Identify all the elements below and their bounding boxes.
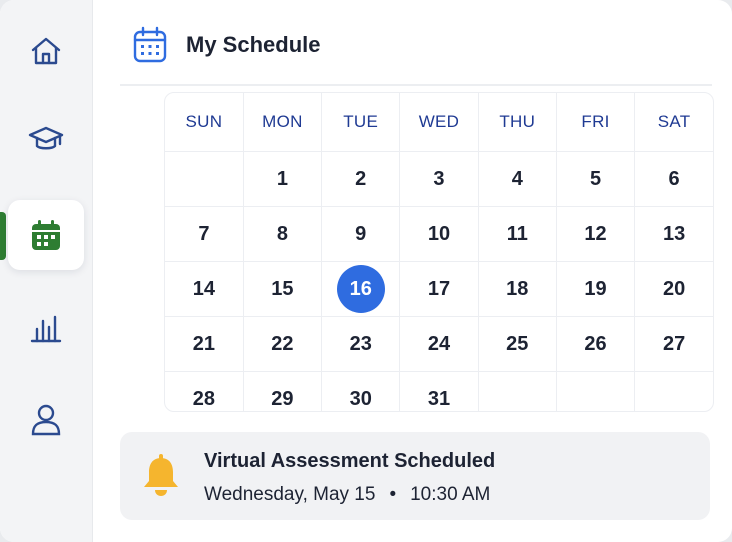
day-cell[interactable]: 2 [321, 151, 401, 207]
day-cell[interactable]: 28 [165, 371, 244, 411]
day-cell[interactable]: 20 [634, 261, 713, 317]
day-cell[interactable]: 13 [634, 206, 713, 262]
week-row: 14 15 16 17 18 19 20 [165, 261, 713, 317]
notification-date: Wednesday, May 15 [204, 484, 376, 505]
day-cell[interactable]: 11 [478, 206, 557, 262]
week-row: 21 22 23 24 25 26 27 [165, 316, 713, 372]
day-cell[interactable]: 5 [556, 151, 636, 207]
weekday-label: SUN [165, 93, 244, 152]
day-cell[interactable]: 7 [165, 206, 244, 262]
bell-icon [144, 454, 178, 496]
selected-day-badge: 16 [336, 265, 385, 313]
user-icon [31, 404, 61, 436]
week-row: 28 29 30 31 [165, 371, 713, 412]
weekday-label: SAT [634, 93, 713, 152]
day-cell[interactable]: 14 [165, 261, 244, 317]
day-cell[interactable]: 15 [243, 261, 323, 317]
empty-day-cell [556, 371, 636, 411]
weekday-label: FRI [556, 93, 636, 152]
day-cell[interactable]: 4 [478, 151, 557, 207]
day-cell[interactable]: 21 [165, 316, 244, 372]
schedule-header: My Schedule [120, 22, 712, 86]
day-cell[interactable]: 24 [399, 316, 479, 372]
empty-day-cell [478, 371, 557, 411]
day-cell[interactable]: 17 [399, 261, 479, 317]
day-cell[interactable]: 10 [399, 206, 479, 262]
weekday-header-row: SUN MON TUE WED THU FRI SAT [165, 93, 713, 152]
weekday-label: WED [399, 93, 479, 152]
active-indicator [0, 212, 6, 260]
day-cell[interactable]: 12 [556, 206, 636, 262]
day-cell[interactable]: 1 [243, 151, 323, 207]
notification-title: Virtual Assessment Scheduled [204, 450, 496, 472]
day-cell[interactable]: 19 [556, 261, 636, 317]
day-cell[interactable]: 26 [556, 316, 636, 372]
day-cell[interactable]: 29 [243, 371, 323, 411]
sidebar-item-home[interactable] [8, 16, 84, 86]
day-cell[interactable]: 6 [634, 151, 713, 207]
sidebar-item-profile[interactable] [8, 384, 84, 454]
day-cell[interactable]: 30 [321, 371, 401, 411]
calendar-icon [32, 220, 60, 250]
calendar-grid: SUN MON TUE WED THU FRI SAT 1 2 3 4 5 6 … [164, 92, 714, 412]
sidebar-item-analytics[interactable] [8, 292, 84, 362]
day-cell[interactable]: 23 [321, 316, 401, 372]
notification-detail: Wednesday, May 15 • 10:30 AM [204, 484, 490, 506]
notification-time: 10:30 AM [410, 484, 491, 505]
day-cell[interactable]: 3 [399, 151, 479, 207]
day-cell[interactable]: 8 [243, 206, 323, 262]
empty-day-cell [165, 151, 244, 207]
assessment-notification[interactable]: Virtual Assessment Scheduled Wednesday, … [120, 432, 710, 520]
day-cell-selected[interactable]: 16 [321, 261, 401, 317]
day-cell[interactable]: 25 [478, 316, 557, 372]
separator-dot: • [389, 484, 397, 505]
weekday-label: MON [243, 93, 323, 152]
day-cell[interactable]: 9 [321, 206, 401, 262]
sidebar-item-schedule[interactable] [8, 200, 84, 270]
page-title: My Schedule [186, 32, 321, 57]
home-icon [31, 37, 61, 65]
week-row: 7 8 9 10 11 12 13 [165, 206, 713, 262]
day-cell[interactable]: 18 [478, 261, 557, 317]
empty-day-cell [635, 372, 713, 412]
bar-chart-icon [30, 315, 62, 343]
calendar-icon [133, 26, 167, 63]
day-cell[interactable]: 27 [634, 316, 713, 372]
week-row: 1 2 3 4 5 6 [165, 151, 713, 207]
sidebar [0, 0, 93, 542]
day-cell[interactable]: 22 [243, 316, 323, 372]
sidebar-item-courses[interactable] [8, 104, 84, 174]
weekday-label: THU [478, 93, 557, 152]
app-window: My Schedule SUN MON TUE WED THU FRI SAT … [0, 0, 732, 542]
weekday-label: TUE [321, 93, 401, 152]
graduation-cap-icon [28, 126, 64, 150]
day-cell[interactable]: 31 [399, 371, 479, 411]
